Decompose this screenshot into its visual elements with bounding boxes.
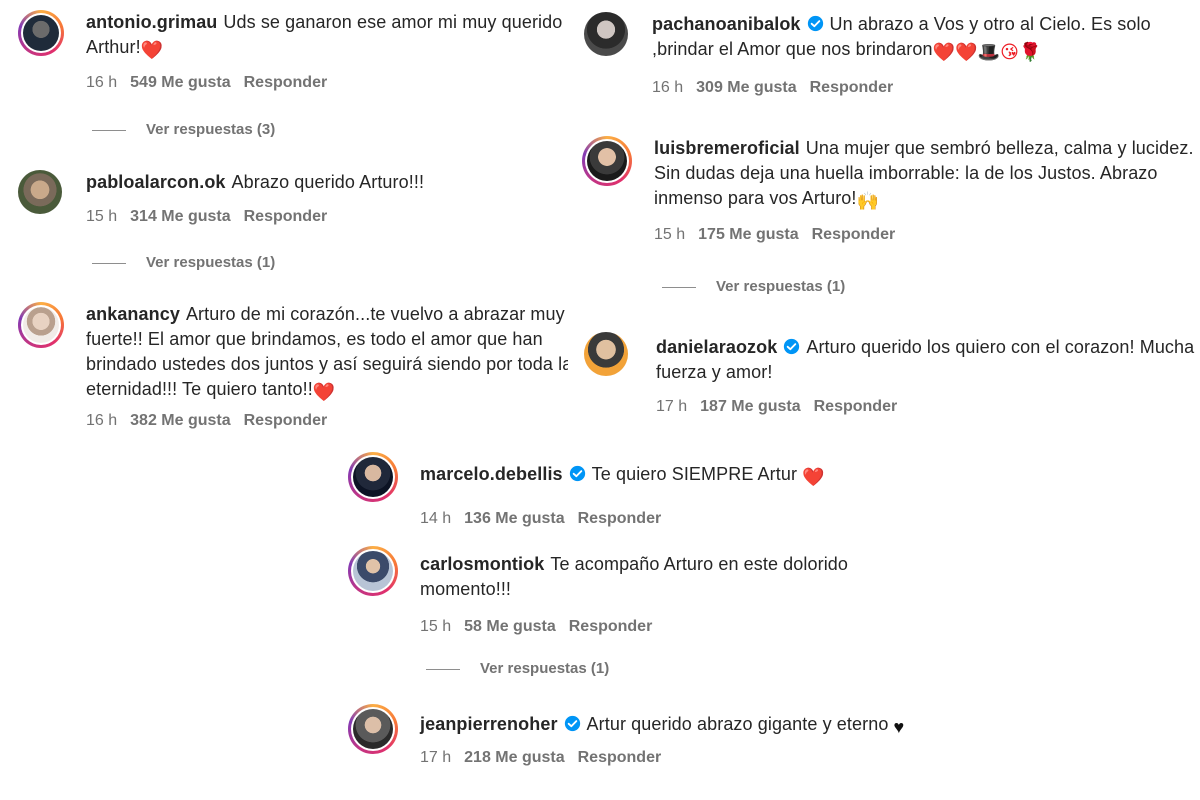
view-replies-label[interactable]: Ver respuestas (3) xyxy=(146,121,275,138)
verified-badge-icon xyxy=(564,715,580,732)
comment-time: 17 h xyxy=(656,398,688,415)
comment-item: ankanancy Arturo de mi corazón...te vuelv… xyxy=(18,302,568,437)
comment-time: 15 h xyxy=(654,226,686,243)
reply-button[interactable]: Responder xyxy=(244,412,328,429)
avatar[interactable] xyxy=(18,302,64,348)
comments-panel-right: pachanoanibalok Un abrazo a Vos y otro al… xyxy=(568,0,1200,436)
likes-count[interactable]: 549 Me gusta xyxy=(130,74,230,91)
heart-emoji: ❤️ xyxy=(312,382,336,402)
comment-time: 15 h xyxy=(420,618,452,635)
comment-time: 14 h xyxy=(420,510,452,527)
avatar[interactable] xyxy=(348,546,398,596)
comments-panel-bottom: marcelo.debellis Te quiero SIEMPRE Artur … xyxy=(340,440,940,800)
emoji-group: ❤️❤️🎩😘🌹 xyxy=(932,42,1042,62)
avatar[interactable] xyxy=(584,12,628,56)
view-replies-button[interactable]: Ver respuestas (3) xyxy=(92,121,275,138)
verified-badge-icon xyxy=(784,338,800,355)
heart-emoji: ❤️ xyxy=(140,40,164,60)
comment-username[interactable]: luisbremeroficial xyxy=(654,138,800,158)
divider-line xyxy=(426,668,460,670)
likes-count[interactable]: 175 Me gusta xyxy=(698,226,798,243)
likes-count[interactable]: 314 Me gusta xyxy=(130,208,230,225)
avatar[interactable] xyxy=(18,10,64,56)
view-replies-label[interactable]: Ver respuestas (1) xyxy=(480,660,609,677)
comment-username[interactable]: danielaraozok xyxy=(656,337,777,357)
likes-count[interactable]: 218 Me gusta xyxy=(464,749,564,766)
comment-time: 16 h xyxy=(86,74,118,91)
avatar[interactable] xyxy=(348,704,398,754)
likes-count[interactable]: 136 Me gusta xyxy=(464,510,564,527)
reply-button[interactable]: Responder xyxy=(814,398,898,415)
comment-time: 16 h xyxy=(86,412,118,429)
reply-button[interactable]: Responder xyxy=(578,749,662,766)
comment-text: Te quiero SIEMPRE Artur xyxy=(591,464,798,484)
comment-username[interactable]: marcelo.debellis xyxy=(420,464,563,484)
avatar[interactable] xyxy=(584,332,628,376)
avatar[interactable] xyxy=(348,452,398,502)
comment-text: Abrazo querido Arturo!!! xyxy=(231,172,425,192)
divider-line xyxy=(92,129,126,131)
likes-count[interactable]: 187 Me gusta xyxy=(700,398,800,415)
comment-item: jeanpierrenoher Artur querido abrazo giga… xyxy=(348,704,938,784)
comment-item: pachanoanibalok Un abrazo a Vos y otro al… xyxy=(584,12,1200,102)
avatar[interactable] xyxy=(582,136,632,186)
comment-item: carlosmontiok Te acompaño Arturo en este … xyxy=(348,546,938,641)
comment-item: pabloalarcon.ok Abrazo querido Arturo!!! … xyxy=(18,170,568,230)
comment-username[interactable]: pabloalarcon.ok xyxy=(86,172,226,192)
reply-button[interactable]: Responder xyxy=(812,226,896,243)
likes-count[interactable]: 309 Me gusta xyxy=(696,79,796,96)
comment-text: Artur querido abrazo gigante y eterno xyxy=(586,714,889,734)
avatar[interactable] xyxy=(18,170,62,214)
raising-hands-emoji: 🙌 xyxy=(856,191,880,211)
reply-button[interactable]: Responder xyxy=(810,79,894,96)
view-replies-label[interactable]: Ver respuestas (1) xyxy=(146,254,275,271)
reply-button[interactable]: Responder xyxy=(578,510,662,527)
reply-button[interactable]: Responder xyxy=(569,618,653,635)
view-replies-button[interactable]: Ver respuestas (1) xyxy=(92,254,275,271)
comment-username[interactable]: carlosmontiok xyxy=(420,554,544,574)
comment-item: marcelo.debellis Te quiero SIEMPRE Artur … xyxy=(348,452,938,527)
comment-username[interactable]: ankanancy xyxy=(86,304,180,324)
verified-badge-icon xyxy=(569,465,585,482)
comment-item: luisbremeroficial Una mujer que sembró be… xyxy=(582,136,1200,251)
view-replies-button[interactable]: Ver respuestas (1) xyxy=(662,278,845,295)
reply-button[interactable]: Responder xyxy=(244,208,328,225)
heart-emoji: ❤️ xyxy=(802,467,825,487)
comment-time: 17 h xyxy=(420,749,452,766)
comment-time: 16 h xyxy=(652,79,684,96)
divider-line xyxy=(662,286,696,288)
comment-item: danielaraozok Arturo querido los quiero c… xyxy=(584,332,1200,427)
divider-line xyxy=(92,262,126,264)
comment-username[interactable]: jeanpierrenoher xyxy=(420,714,558,734)
verified-badge-icon xyxy=(807,15,823,32)
view-replies-button[interactable]: Ver respuestas (1) xyxy=(426,660,609,677)
likes-count[interactable]: 382 Me gusta xyxy=(130,412,230,429)
comment-username[interactable]: pachanoanibalok xyxy=(652,14,801,34)
comment-item: antonio.grimau Uds se ganaron ese amor mi… xyxy=(18,10,568,100)
comment-time: 15 h xyxy=(86,208,118,225)
comments-panel-left: antonio.grimau Uds se ganaron ese amor mi… xyxy=(0,0,568,440)
likes-count[interactable]: 58 Me gusta xyxy=(464,618,556,635)
black-heart-icon: ♥ xyxy=(893,717,905,737)
view-replies-label[interactable]: Ver respuestas (1) xyxy=(716,278,845,295)
reply-button[interactable]: Responder xyxy=(244,74,328,91)
comment-username[interactable]: antonio.grimau xyxy=(86,12,217,32)
